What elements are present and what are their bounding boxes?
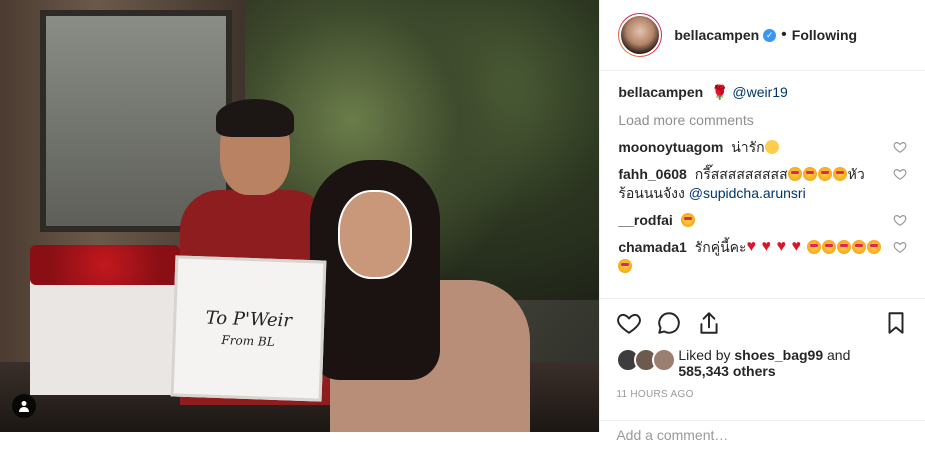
liked-by-user[interactable]: shoes_bag99 [734, 347, 823, 363]
liker-avatar[interactable] [652, 348, 677, 372]
comment-username[interactable]: fahh_0608 [618, 166, 686, 182]
liked-by-avatars [616, 348, 677, 372]
star-struck-emoji-icon [851, 240, 866, 254]
rose-box [30, 245, 180, 395]
star-struck-emoji-icon [832, 167, 847, 181]
comment-mention[interactable]: @supidcha.arunsri [689, 185, 806, 201]
comments-section: bellacampen 🌹 @weir19 Load more comments… [600, 71, 925, 311]
lid-text-line1: To P'Weir [205, 307, 293, 332]
following-button[interactable]: Following [792, 27, 857, 43]
photo-person-woman [300, 160, 530, 432]
caption-username[interactable]: bellacampen [618, 84, 703, 100]
lid-text-line2: From BL [221, 333, 275, 349]
star-struck-emoji-icon [817, 167, 832, 181]
star-struck-emoji-icon [802, 167, 817, 181]
post-actions: Liked by shoes_bag99 and 585,343 others … [600, 298, 925, 400]
comment-text: กรี๊สสสสสสสสส [694, 166, 788, 182]
red-heart-emoji-icon [747, 237, 761, 256]
header-dot: • [781, 26, 787, 43]
avatar[interactable] [619, 14, 662, 56]
comment-bubble-icon[interactable] [656, 310, 682, 336]
post-side-panel: bellacampen ✓ • Following bellacampen 🌹 … [599, 0, 925, 443]
load-more-comments[interactable]: Load more comments [618, 112, 907, 128]
comment-username[interactable]: __rodfai [618, 212, 672, 228]
comment-like-heart-icon[interactable] [893, 240, 907, 254]
comment-username[interactable]: chamada1 [618, 239, 686, 255]
star-struck-emoji-icon [806, 240, 821, 254]
like-heart-icon[interactable] [616, 310, 642, 336]
star-struck-emoji-icon [836, 240, 851, 254]
comment-row: __rodfai [618, 211, 907, 230]
comment-like-heart-icon[interactable] [893, 213, 907, 227]
post-photo[interactable]: To P'Weir From BL [0, 0, 600, 432]
add-comment-input[interactable]: Add a comment… [600, 420, 925, 449]
caption-mention[interactable]: @weir19 [732, 84, 787, 100]
tongue-emoji-icon [680, 213, 695, 227]
verified-badge-icon: ✓ [763, 28, 777, 42]
star-struck-emoji-icon [821, 240, 836, 254]
gift-box-lid: To P'Weir From BL [170, 255, 327, 402]
instagram-post: To P'Weir From BL bellacampen ✓ • Follow… [0, 0, 925, 443]
action-icons [616, 307, 909, 339]
liked-by-row: Liked by shoes_bag99 and 585,343 others [616, 347, 909, 379]
bookmark-icon[interactable] [883, 310, 909, 336]
liked-by-prefix: Liked by [678, 347, 731, 363]
avatar-story-ring[interactable] [618, 13, 663, 57]
comment-row: chamada1 รักคู่นี้คะ [618, 237, 907, 276]
star-struck-emoji-icon [787, 167, 802, 181]
comment-text: รักคู่นี้คะ [694, 239, 747, 255]
comment-row: moonoytuagom น่ารัก [618, 138, 907, 157]
post-timestamp[interactable]: 11 HOURS AGO [616, 389, 909, 400]
user-tag-icon[interactable] [12, 394, 36, 418]
red-heart-emoji-icon [777, 237, 791, 256]
star-struck-emoji-icon [866, 240, 881, 254]
rose-emoji-icon: 🌹 [711, 84, 729, 100]
liked-by-and: and [827, 347, 851, 363]
liked-by-count[interactable]: 585,343 others [678, 363, 775, 379]
caption-row: bellacampen 🌹 @weir19 [618, 83, 907, 102]
smile-emoji-icon [764, 140, 779, 154]
liked-by-text: Liked by shoes_bag99 and 585,343 others [678, 347, 850, 379]
comment-username[interactable]: moonoytuagom [618, 139, 723, 155]
share-upload-icon[interactable] [696, 310, 722, 336]
comment-like-heart-icon[interactable] [893, 140, 907, 154]
red-heart-emoji-icon [762, 237, 776, 256]
comment-text: น่ารัก [731, 139, 765, 155]
header-username[interactable]: bellacampen [674, 27, 759, 43]
post-header: bellacampen ✓ • Following [600, 0, 925, 71]
red-heart-emoji-icon [792, 237, 806, 256]
comment-like-heart-icon[interactable] [893, 167, 907, 181]
comment-row: fahh_0608 กรี๊สสสสสสสสส หัวร้อนนนจังง @su… [618, 165, 907, 203]
star-struck-emoji-icon [618, 259, 633, 273]
